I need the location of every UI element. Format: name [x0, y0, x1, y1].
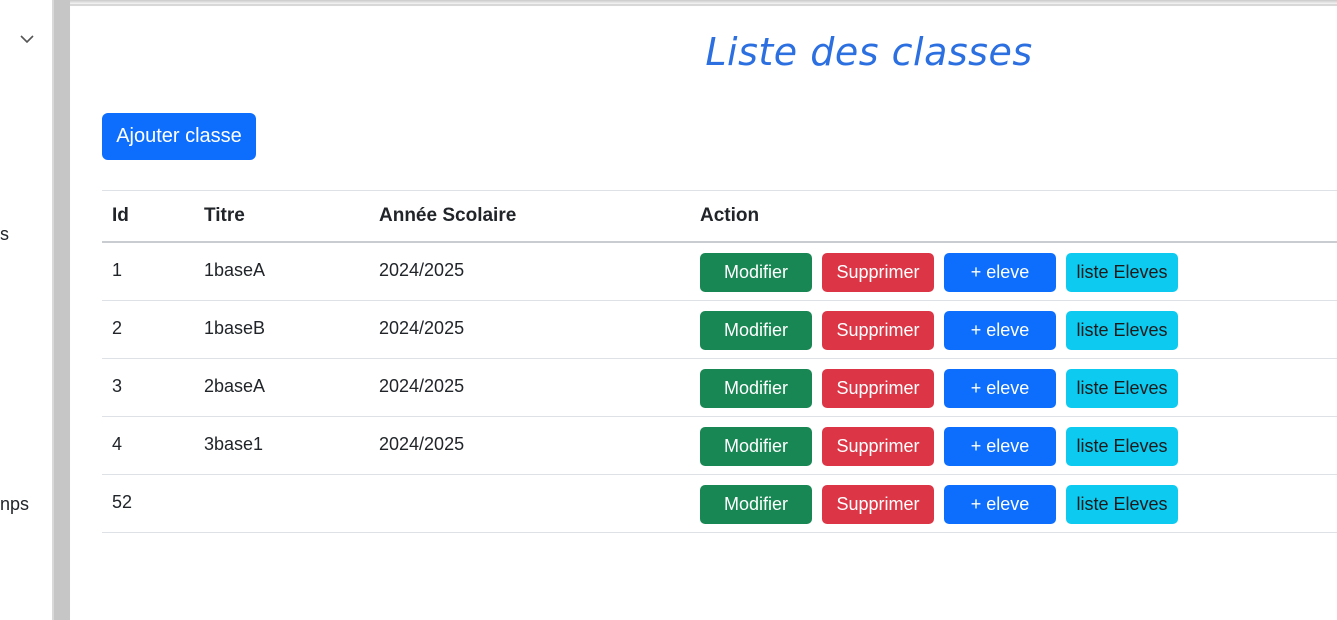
modify-button[interactable]: Modifier	[700, 426, 812, 466]
header-action: Action	[690, 190, 1337, 243]
cell-titre: 1baseB	[194, 300, 369, 359]
cell-id: 52	[102, 474, 194, 533]
table-row: 2 1baseB 2024/2025 Modifier Supprimer + eleve…	[102, 300, 1337, 359]
delete-button[interactable]: Supprimer	[822, 253, 934, 292]
cell-titre: 3base1	[194, 416, 369, 475]
delete-button[interactable]: Supprimer	[822, 484, 934, 524]
cell-annee: 2024/2025	[369, 416, 690, 475]
list-students-button[interactable]: liste Eleves	[1066, 310, 1178, 350]
list-students-button[interactable]: liste Eleves	[1066, 253, 1178, 292]
modify-button[interactable]: Modifier	[700, 368, 812, 408]
list-students-button[interactable]: liste Eleves	[1066, 368, 1178, 408]
cell-id: 2	[102, 300, 194, 359]
cell-actions: Modifier Supprimer + eleve liste Eleves	[690, 300, 1337, 359]
cell-actions: Modifier Supprimer + eleve liste Eleves	[690, 242, 1337, 301]
list-students-button[interactable]: liste Eleves	[1066, 484, 1178, 524]
modify-button[interactable]: Modifier	[700, 310, 812, 350]
sidebar-scrollbar[interactable]	[52, 0, 70, 620]
classes-table: Id Titre Année Scolaire Action 1 1baseA 20…	[102, 190, 1337, 533]
add-student-button[interactable]: + eleve	[944, 310, 1056, 350]
sidebar-item-label[interactable]: nps	[0, 494, 29, 515]
cell-annee	[369, 474, 690, 533]
delete-button[interactable]: Supprimer	[822, 310, 934, 350]
cell-annee: 2024/2025	[369, 300, 690, 359]
scrollbar-edge	[52, 0, 54, 620]
add-student-button[interactable]: + eleve	[944, 484, 1056, 524]
table-row: 4 3base1 2024/2025 Modifier Supprimer + eleve…	[102, 416, 1337, 475]
cell-titre: 2baseA	[194, 358, 369, 417]
add-class-button[interactable]: Ajouter classe	[102, 113, 256, 160]
add-student-button[interactable]: + eleve	[944, 426, 1056, 466]
cell-annee: 2024/2025	[369, 358, 690, 417]
sidebar-item-label[interactable]: s	[0, 224, 9, 245]
header-id: Id	[102, 190, 194, 243]
add-student-button[interactable]: + eleve	[944, 253, 1056, 292]
header-annee: Année Scolaire	[369, 190, 690, 243]
cell-actions: Modifier Supprimer + eleve liste Eleves	[690, 474, 1337, 533]
cell-id: 4	[102, 416, 194, 475]
cell-actions: Modifier Supprimer + eleve liste Eleves	[690, 358, 1337, 417]
cell-titre	[194, 474, 369, 533]
delete-button[interactable]: Supprimer	[822, 426, 934, 466]
cell-id: 1	[102, 242, 194, 301]
modify-button[interactable]: Modifier	[700, 253, 812, 292]
top-divider	[70, 4, 1337, 6]
table-row: 1 1baseA 2024/2025 Modifier Supprimer + eleve…	[102, 242, 1337, 301]
list-students-button[interactable]: liste Eleves	[1066, 426, 1178, 466]
table-row: 52 Modifier Supprimer + eleve liste Eleves	[102, 474, 1337, 533]
cell-actions: Modifier Supprimer + eleve liste Eleves	[690, 416, 1337, 475]
page-title: Liste des classes	[705, 30, 1033, 74]
chevron-down-icon[interactable]	[18, 30, 36, 48]
table-row: 3 2baseA 2024/2025 Modifier Supprimer + eleve…	[102, 358, 1337, 417]
add-student-button[interactable]: + eleve	[944, 368, 1056, 408]
table-header-row: Id Titre Année Scolaire Action	[102, 190, 1337, 243]
sidebar: s nps	[0, 0, 52, 620]
cell-annee: 2024/2025	[369, 242, 690, 301]
header-titre: Titre	[194, 190, 369, 243]
main-content: Liste des classes Ajouter classe Id Titr…	[70, 0, 1337, 620]
modify-button[interactable]: Modifier	[700, 484, 812, 524]
cell-id: 3	[102, 358, 194, 417]
delete-button[interactable]: Supprimer	[822, 368, 934, 408]
cell-titre: 1baseA	[194, 242, 369, 301]
